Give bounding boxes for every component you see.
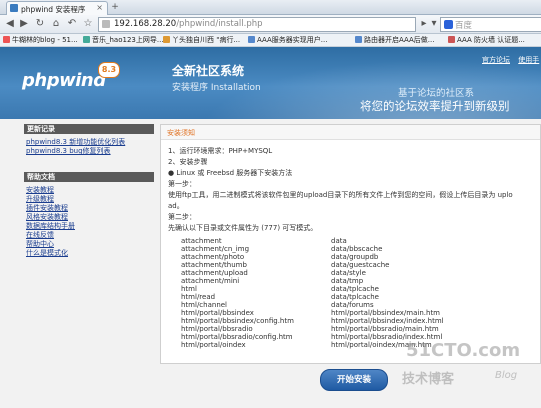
url-path: /phpwind/install.php [176, 19, 263, 29]
bookmark-item[interactable]: AAA服务器实现用户... [248, 35, 327, 45]
panel-header: 安装须知 [161, 125, 540, 140]
home-icon[interactable]: ⌂ [50, 18, 62, 30]
slogan-line2: 将您的论坛效率提升到新级别 [360, 99, 510, 113]
tab-title: phpwind 安装程序 [21, 5, 86, 14]
phpwind-logo: phpwind 8.3 [22, 62, 132, 102]
new-tab-icon[interactable]: + [110, 2, 120, 12]
notes-line: 第二步： [168, 213, 196, 221]
manual-link[interactable]: 使用手 [518, 56, 539, 64]
header-title: 全新社区系统 [172, 64, 245, 78]
notes-line: ● Linux 或 Freebsd 服务器下安装方法 [168, 169, 293, 177]
bookmarks-bar: 牛糊林的blog - 51... 音乐_hao123上网导... 丫头独自川西 … [0, 34, 541, 47]
sidebar-link[interactable]: phpwind8.3 bug修复列表 [26, 146, 111, 156]
close-tab-icon[interactable]: × [96, 3, 103, 12]
panel-body[interactable]: 1、运行环境需求：PHP+MYSQL 2、安装步骤 ● Linux 或 Free… [161, 140, 540, 363]
dir-entry: html/portal/bbsindex/main.htm [331, 309, 441, 317]
notes-line: 第一步： [168, 180, 196, 188]
dir-entry: html/portal/bbsradio/main.htm [331, 325, 439, 333]
dir-entry: data/forums [331, 301, 374, 309]
refresh-icon[interactable]: ↻ [34, 18, 46, 30]
dir-entry: attachment/mini [181, 277, 240, 285]
bookmark-icon [3, 36, 10, 43]
bookmark-item[interactable]: 丫头独自川西 "病行... [163, 35, 240, 45]
header-links: 官方论坛 使用手 [476, 55, 539, 65]
watermark-site: 51CTO.com [406, 340, 521, 361]
sidebar-section-help: 帮助文档 [24, 172, 154, 182]
panel-title: 安装须知 [167, 129, 195, 137]
bookmark-item[interactable]: 音乐_hao123上网导... [83, 35, 164, 45]
install-notes-panel: 安装须知 1、运行环境需求：PHP+MYSQL 2、安装步骤 ● Linux 或… [160, 124, 541, 364]
dir-entry: html/portal/bbsindex/config.htm [181, 317, 294, 325]
dir-entry: attachment/upload [181, 269, 248, 277]
watermark: 51CTO.com 技术博客 Blog [400, 340, 541, 400]
star-icon[interactable]: ☆ [82, 18, 94, 30]
bookmark-item[interactable]: 牛糊林的blog - 51... [3, 35, 78, 45]
watermark-blog: Blog [495, 370, 518, 381]
dir-entry: data/bbscache [331, 245, 383, 253]
dir-entry: attachment/thumb [181, 261, 247, 269]
dir-entry: html/portal/bbsradio/config.htm [181, 333, 293, 341]
address-bar[interactable]: 192.168.28.20/phpwind/install.php [98, 17, 416, 32]
slogan-line1: 基于论坛的社区系 [398, 88, 475, 99]
bookmark-icon [83, 36, 90, 43]
dir-entry: data/groupdb [331, 253, 379, 261]
notes-line: 先确认以下目录或文件属性为 (777) 可写模式。 [168, 224, 318, 232]
dir-entry: html/read [181, 293, 216, 301]
search-box[interactable]: 百度 [440, 17, 541, 32]
baidu-logo-icon [444, 20, 453, 29]
bookmark-icon [355, 36, 362, 43]
dir-entry: attachment [181, 237, 222, 245]
dir-entry: data/guestcache [331, 261, 390, 269]
start-install-button[interactable]: 开始安装 [320, 369, 388, 391]
sidebar-section-updates: 更新记录 [24, 124, 154, 134]
notes-line: 1、运行环境需求：PHP+MYSQL [168, 147, 273, 155]
sidebar: 更新记录 phpwind8.3 新增功能优化列表 phpwind8.3 bug修… [24, 124, 154, 274]
bookmark-icon [448, 36, 455, 43]
dir-entry: html/portal/bbsradio [181, 325, 253, 333]
site-icon [102, 20, 110, 28]
dir-entry: data/tplcache [331, 293, 379, 301]
dir-entry: data/tmp [331, 277, 364, 285]
logo-version-badge: 8.3 [98, 62, 120, 78]
notes-line: ad。 [168, 202, 184, 210]
dir-entry: attachment/photo [181, 253, 245, 261]
bookmark-icon [248, 36, 255, 43]
dir-entry: html [181, 285, 197, 293]
url-host: 192.168.28.20 [114, 19, 177, 29]
dir-entry: data/style [331, 269, 366, 277]
dir-entry: data/tplcache [331, 285, 379, 293]
undo-icon[interactable]: ↶ [66, 18, 78, 30]
notes-line: 2、安装步骤 [168, 158, 208, 166]
browser-tab[interactable]: phpwind 安装程序 × [6, 1, 108, 15]
search-placeholder: 百度 [455, 21, 473, 31]
browser-nav-bar: ◀ ▶ ↻ ⌂ ↶ ☆ 192.168.28.20/phpwind/instal… [0, 15, 541, 34]
bookmark-item[interactable]: 路由器开启AAA后做... [355, 35, 434, 45]
dir-entry: html/portal/bbsindex/index.html [331, 317, 444, 325]
back-icon[interactable]: ◀ [4, 18, 16, 30]
browser-tab-bar: phpwind 安装程序 × + [0, 0, 541, 15]
sidebar-link[interactable]: 什么是模式化 [26, 248, 68, 258]
page-favicon-icon [10, 4, 18, 12]
forward-icon[interactable]: ▶ [18, 18, 30, 30]
dropdown-icon[interactable]: ▾ [428, 18, 440, 30]
header-subtitle: 安装程序 Installation [172, 83, 261, 93]
dir-entry: html/portal/bbsindex [181, 309, 254, 317]
logo-text: phpwind [22, 70, 106, 91]
dir-entry: html/portal/oindex [181, 341, 246, 349]
official-forum-link[interactable]: 官方论坛 [482, 56, 510, 64]
bookmark-item[interactable]: AAA 防火墙 认证题... [448, 35, 525, 45]
bookmark-icon [163, 36, 170, 43]
dir-entry: attachment/cn_img [181, 245, 250, 253]
dir-entry: data [331, 237, 347, 245]
dir-entry: html/channel [181, 301, 228, 309]
notes-line: 使用ftp工具，用二进制模式将该软件包里的upload目录下的所有文件上传到您的… [168, 191, 513, 199]
watermark-blog-cn: 技术博客 [402, 372, 455, 387]
